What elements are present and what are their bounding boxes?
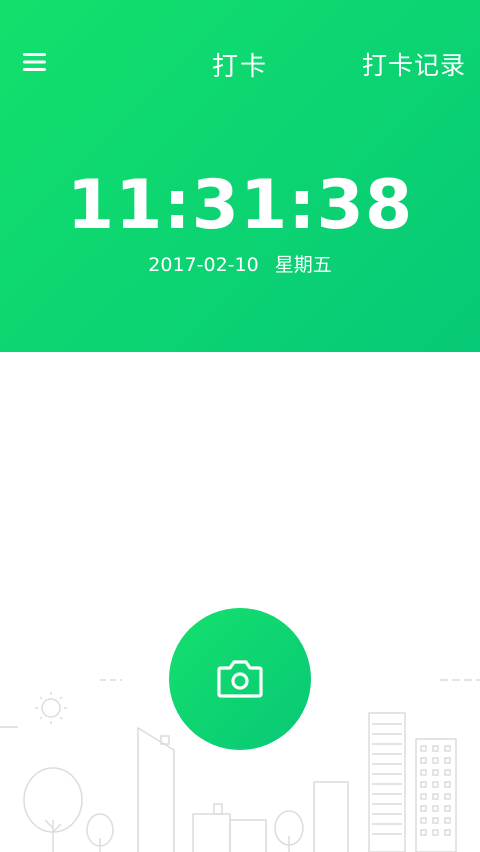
top-nav: 打卡 打卡记录 bbox=[0, 40, 480, 86]
sun-icon bbox=[35, 692, 67, 724]
header-banner: 打卡 打卡记录 11:31:38 2017-02-10 星期五 bbox=[0, 0, 480, 352]
tall-building-icon bbox=[313, 781, 349, 852]
striped-tower-icon bbox=[368, 712, 406, 852]
weekday-text: 星期五 bbox=[274, 254, 332, 276]
low-building-icon bbox=[192, 803, 267, 852]
right-tree-icon bbox=[274, 810, 304, 852]
date-row: 2017-02-10 星期五 bbox=[0, 250, 480, 277]
tower-building-icon bbox=[137, 726, 175, 852]
attendance-page: 打卡 打卡记录 11:31:38 2017-02-10 星期五 bbox=[0, 0, 480, 852]
date-text: 2017-02-10 bbox=[148, 254, 259, 276]
camera-icon bbox=[217, 660, 263, 698]
tree-icon bbox=[23, 767, 83, 852]
records-button[interactable]: 打卡记录 bbox=[362, 46, 466, 82]
small-tree-icon bbox=[86, 813, 114, 852]
office-building-icon bbox=[415, 738, 457, 852]
camera-button[interactable] bbox=[169, 608, 311, 750]
clock-time: 11:31:38 bbox=[66, 166, 414, 245]
